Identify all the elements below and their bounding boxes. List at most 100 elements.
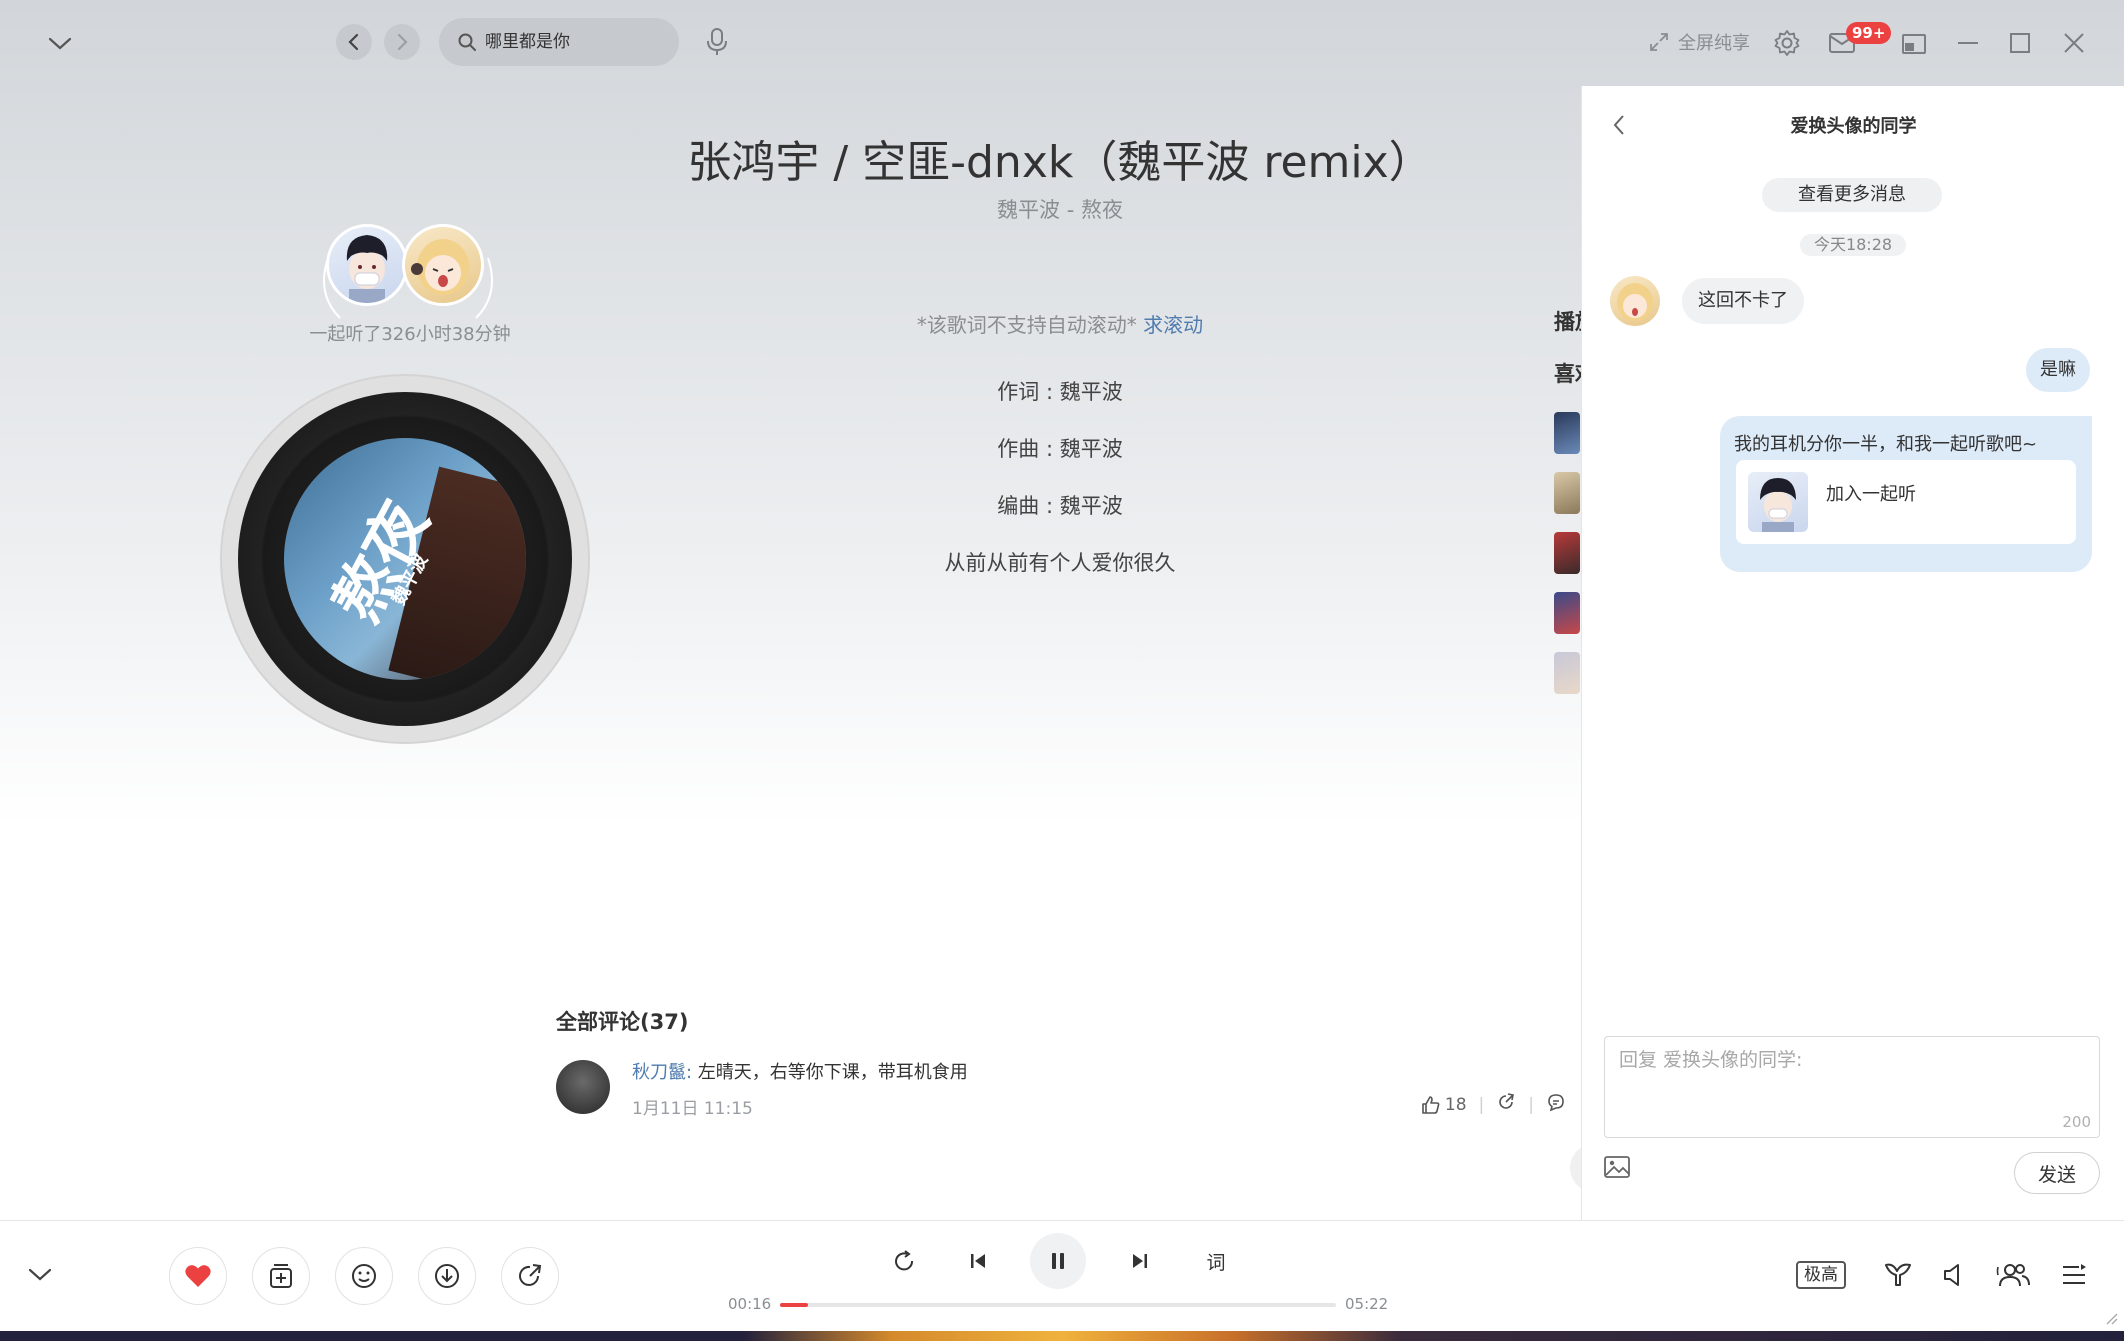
invite-text: 我的耳机分你一半，和我一起听歌吧~ xyxy=(1734,434,2038,455)
listen-together-avatars[interactable] xyxy=(322,224,493,319)
request-scroll-link[interactable]: 求滚动 xyxy=(1143,313,1203,337)
comment-time: 1月11日 11:15 xyxy=(632,1099,753,1119)
song-thumbnail[interactable] xyxy=(1554,592,1580,634)
join-listen-label: 加入一起听 xyxy=(1826,484,1916,505)
download-button[interactable] xyxy=(418,1247,476,1305)
send-button[interactable]: 发送 xyxy=(2014,1152,2100,1194)
close-icon[interactable] xyxy=(2054,24,2094,62)
mini-player-icon[interactable] xyxy=(1894,26,1934,62)
vinyl-record: 熬夜 魏平波 xyxy=(238,392,572,726)
comment-body: 左晴天，右等你下课，带耳机食用 xyxy=(697,1062,968,1083)
message-bubble: 这回不卡了 xyxy=(1682,278,1804,324)
quality-button[interactable]: 极高 xyxy=(1796,1261,1846,1289)
forward-button[interactable] xyxy=(384,24,420,60)
listen-together-duration: 一起听了326小时38分钟 xyxy=(309,324,511,345)
volume-icon[interactable] xyxy=(1934,1255,1974,1295)
player-bar: 词 00:16 05:22 极高 xyxy=(0,1220,2124,1331)
view-more-messages-button[interactable]: 查看更多消息 xyxy=(1762,178,1942,212)
side-section-heading: 播放 xyxy=(1554,310,1584,334)
progress-bar[interactable] xyxy=(780,1303,1336,1307)
like-button[interactable]: 18 xyxy=(1421,1095,1467,1115)
song-title: 张鸿宇 / 空匪-dnxk（魏平波 remix） xyxy=(687,137,1433,188)
song-thumbnail[interactable] xyxy=(1554,472,1580,514)
maximize-icon[interactable] xyxy=(2000,24,2040,62)
reply-icon[interactable] xyxy=(1546,1092,1566,1117)
private-chat-panel: 爱换头像的同学 查看更多消息 今天18:28 这回不卡了 是嘛 我的耳机分你一半… xyxy=(1581,86,2124,1220)
thumbs-up-icon xyxy=(1422,1095,1440,1114)
song-thumbnail[interactable] xyxy=(1554,652,1580,694)
divider: | xyxy=(1478,1094,1485,1115)
pause-icon xyxy=(1052,1253,1064,1269)
gear-icon[interactable] xyxy=(1768,24,1806,62)
search-input[interactable] xyxy=(485,32,665,52)
comment-actions: 18 | | xyxy=(1421,1092,1566,1117)
app-window: 全屏纯享 99+ 张鸿宇 / 空匪-dnxk（魏平波 remix） 魏平波 - … xyxy=(0,0,2124,1331)
comment-username[interactable]: 秋刀鬣: xyxy=(632,1062,692,1083)
reply-box: 200 xyxy=(1604,1036,2100,1138)
total-time: 05:22 xyxy=(1345,1295,1389,1313)
current-time: 00:16 xyxy=(728,1295,772,1313)
song-thumbnail[interactable] xyxy=(1554,412,1580,454)
back-button[interactable] xyxy=(336,24,372,60)
like-count: 18 xyxy=(1444,1094,1467,1115)
add-playlist-icon xyxy=(270,1264,292,1288)
top-bar: 全屏纯享 99+ xyxy=(0,0,2124,86)
fullscreen-button[interactable]: 全屏纯享 xyxy=(1648,26,1750,58)
search-box[interactable] xyxy=(439,18,679,66)
sound-effect-icon[interactable] xyxy=(1878,1255,1918,1295)
playlist-icon[interactable] xyxy=(2054,1255,2094,1295)
comments-title: 全部评论(37) xyxy=(556,1010,689,1034)
avatar xyxy=(1748,472,1808,532)
lyric-line: 从前从前有个人爱你很久 xyxy=(944,551,1176,575)
expand-icon xyxy=(1650,33,1668,51)
avatar[interactable] xyxy=(1610,276,1660,326)
next-track-icon[interactable] xyxy=(1120,1241,1160,1281)
like-button[interactable] xyxy=(169,1247,227,1305)
chat-title: 爱换头像的同学 xyxy=(1790,116,1917,137)
album-cover: 熬夜 魏平波 xyxy=(284,438,526,680)
message-bubble: 是嘛 xyxy=(2026,348,2090,392)
lyric-note-text: *该歌词不支持自动滚动* xyxy=(916,313,1137,337)
share-icon xyxy=(519,1264,542,1286)
minimize-icon[interactable] xyxy=(1948,24,1988,62)
progress-fill xyxy=(780,1303,808,1307)
search-icon xyxy=(458,33,476,51)
image-icon[interactable] xyxy=(1602,1152,1632,1182)
reply-input[interactable] xyxy=(1605,1037,2099,1137)
song-subtitle[interactable]: 魏平波 - 熬夜 xyxy=(800,194,1320,224)
avatar[interactable] xyxy=(556,1060,610,1114)
comment-item: 秋刀鬣: 左晴天，右等你下课，带耳机食用 1月11日 11:15 18 | | xyxy=(556,1058,1566,1128)
heart-icon xyxy=(185,1265,211,1287)
lyric-line: 编曲 : 魏平波 xyxy=(997,494,1123,518)
pause-button[interactable] xyxy=(1030,1233,1086,1289)
share-icon[interactable] xyxy=(1496,1092,1516,1117)
comment-button[interactable] xyxy=(335,1247,393,1305)
message-time: 今天18:28 xyxy=(1800,234,1906,256)
previous-track-icon[interactable] xyxy=(958,1241,998,1281)
desktop-wallpaper-strip xyxy=(0,1331,2124,1341)
char-count: 200 xyxy=(2062,1113,2091,1131)
avatar xyxy=(402,224,484,306)
join-listen-card[interactable]: 加入一起听 xyxy=(1736,460,2076,544)
listen-together-icon[interactable] xyxy=(1992,1255,2036,1295)
vinyl-disc: 熬夜 魏平波 xyxy=(220,374,590,744)
divider: | xyxy=(1528,1094,1534,1115)
lyric-line: 作曲 : 魏平波 xyxy=(997,437,1123,461)
mail-badge: 99+ xyxy=(1846,22,1892,44)
fullscreen-label: 全屏纯享 xyxy=(1678,33,1750,54)
share-button[interactable] xyxy=(501,1247,559,1305)
listen-invite-card: 我的耳机分你一半，和我一起听歌吧~ 加入一起听 xyxy=(1720,416,2092,572)
song-thumbnail[interactable] xyxy=(1554,532,1580,574)
lyrics-button[interactable]: 词 xyxy=(1196,1241,1236,1281)
collapse-player-icon[interactable] xyxy=(20,1255,60,1295)
lyric-scroll-note: *该歌词不支持自动滚动* 求滚动 xyxy=(800,309,1320,338)
resize-grip-icon[interactable] xyxy=(2102,1309,2118,1325)
add-to-playlist-button[interactable] xyxy=(252,1247,310,1305)
collapse-chevron-icon[interactable] xyxy=(40,26,80,62)
lyric-line: 作词 : 魏平波 xyxy=(997,380,1123,404)
download-icon xyxy=(435,1264,459,1288)
microphone-icon[interactable] xyxy=(700,24,734,60)
loop-icon[interactable] xyxy=(884,1241,924,1281)
comment-text: 秋刀鬣: 左晴天，右等你下课，带耳机食用 xyxy=(632,1058,968,1084)
avatar xyxy=(326,224,408,306)
